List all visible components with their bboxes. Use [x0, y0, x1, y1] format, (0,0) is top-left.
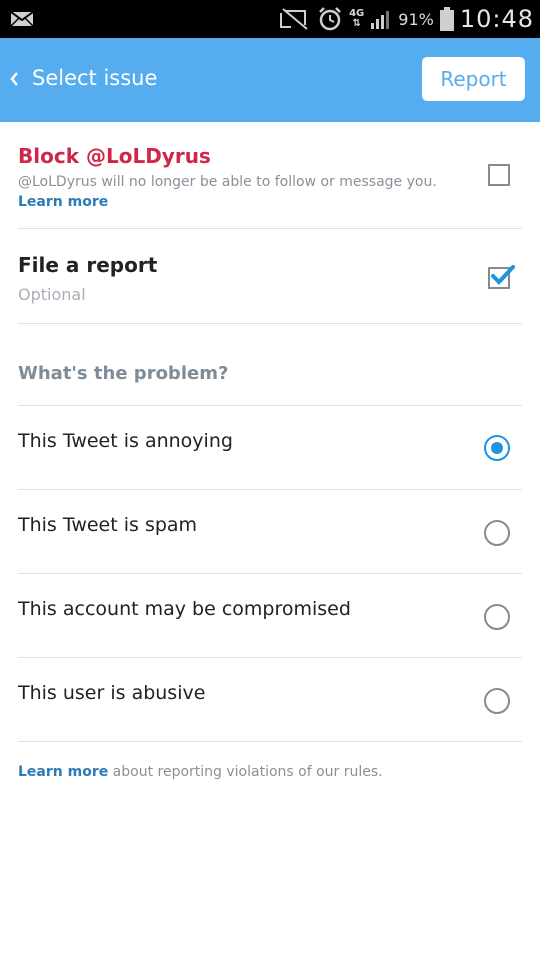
- network-type-indicator: 4G ⇅: [349, 9, 364, 29]
- file-report-title: File a report: [18, 253, 158, 277]
- divider: [18, 323, 522, 324]
- mail-icon: [10, 11, 34, 27]
- divider: [18, 405, 522, 406]
- problem-heading: What's the problem?: [18, 363, 229, 384]
- app-header: Select issue Report: [0, 38, 540, 122]
- block-user-title: Block @LoLDyrus: [18, 144, 211, 168]
- option-radio[interactable]: [484, 604, 510, 630]
- divider: [18, 657, 522, 658]
- report-button[interactable]: Report: [422, 57, 525, 101]
- clock: 10:48: [459, 5, 534, 33]
- back-chevron-icon[interactable]: [8, 70, 22, 88]
- file-report-checkbox[interactable]: [488, 265, 515, 289]
- data-arrows-icon: ⇅: [352, 18, 361, 29]
- file-report-subtitle: Optional: [18, 285, 86, 304]
- block-checkbox[interactable]: [488, 164, 510, 186]
- battery-percent: 91%: [398, 9, 434, 29]
- status-bar: 4G ⇅ 91% 10:48: [0, 0, 540, 38]
- battery-icon: [439, 7, 454, 31]
- option-radio-selected[interactable]: [484, 435, 510, 461]
- option-radio[interactable]: [484, 520, 510, 546]
- block-user-description: @LoLDyrus will no longer be able to foll…: [18, 174, 437, 190]
- option-label: This account may be compromised: [18, 598, 351, 620]
- option-label: This user is abusive: [18, 682, 206, 704]
- divider: [18, 573, 522, 574]
- signal-strength-icon: [371, 11, 390, 29]
- divider: [18, 489, 522, 490]
- checkmark-icon: [491, 265, 515, 285]
- option-label: This Tweet is spam: [18, 514, 198, 536]
- block-learn-more-link[interactable]: Learn more: [18, 194, 108, 210]
- divider: [18, 741, 522, 742]
- option-radio[interactable]: [484, 688, 510, 714]
- footer-note-text: about reporting violations of our rules.: [108, 764, 383, 780]
- alarm-clock-icon: [319, 7, 341, 31]
- footer-learn-more-link[interactable]: Learn more: [18, 764, 108, 780]
- option-label: This Tweet is annoying: [18, 430, 233, 452]
- divider: [18, 228, 522, 229]
- nfc-muted-icon: [280, 8, 308, 30]
- page-title[interactable]: Select issue: [32, 66, 157, 90]
- footer-note: Learn more about reporting violations of…: [18, 764, 383, 780]
